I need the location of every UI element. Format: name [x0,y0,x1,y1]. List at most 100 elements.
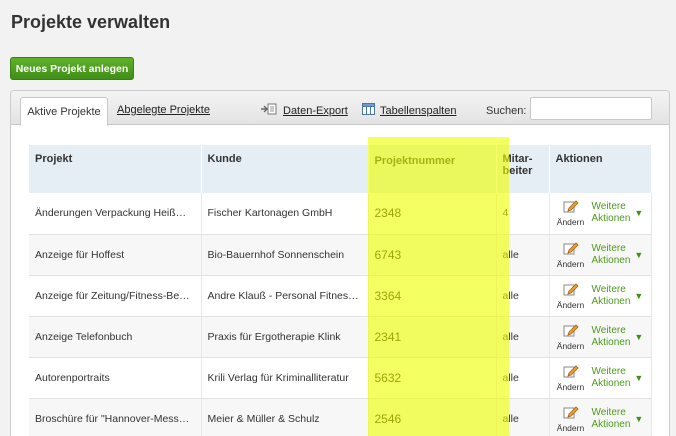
actions-cell: Ändern Weitere Aktionen ▼ [549,398,652,436]
employees-cell: alle [496,357,550,399]
customer-cell: Meier & Müller & Schulz [201,398,369,436]
edit-label: Ändern [556,381,585,392]
actions-cell: Ändern Weitere Aktionen ▼ [549,357,652,399]
more-actions-button[interactable]: Weitere Aktionen ▼ [592,366,644,390]
edit-pencil-icon [563,282,579,299]
employees-cell: alle [496,234,550,276]
edit-button[interactable]: Ändern [556,364,586,392]
caret-down-icon: ▼ [634,249,644,260]
table-row[interactable]: Anzeige Telefonbuch Praxis für Ergothera… [29,316,652,358]
edit-label: Ändern [556,258,585,269]
actions-cell: Ändern Weitere Aktionen ▼ [549,316,652,358]
more-actions-button[interactable]: Weitere Aktionen ▼ [592,243,644,267]
table-row[interactable]: Anzeige für Hoffest Bio-Bauernhof Sonnen… [29,234,652,276]
table-columns-label: Tabellenspalten [380,104,457,117]
table-row[interactable]: Broschüre für "Hannover-Mess… Meier & Mü… [29,398,652,436]
panel-header: Aktive Projekte Abgelegte Projekte Daten… [11,91,669,126]
project-number-cell: 6743 [368,234,497,276]
edit-button[interactable]: Ändern [556,199,586,227]
table-row[interactable]: Änderungen Verpackung Heiß… Fischer Kart… [29,193,652,235]
tab-archived-projects[interactable]: Abgelegte Projekte [117,104,210,116]
actions-cell: Ändern Weitere Aktionen ▼ [549,275,652,317]
projects-table: Projekt Kunde Projektnummer Mitar- beite… [29,145,652,436]
employees-cell: alle [496,398,550,436]
data-export-link[interactable]: Daten-Export [260,103,348,118]
more-actions-label: Weitere Aktionen [592,407,631,431]
project-name-cell[interactable]: Anzeige Telefonbuch [29,316,202,358]
edit-pencil-icon [563,199,579,216]
edit-pencil-icon [563,364,579,381]
customer-cell: Andre Klauß - Personal Fitnes… [201,275,369,317]
table-columns-link[interactable]: Tabellenspalten [362,103,456,118]
project-number-cell: 2546 [368,398,497,436]
project-number-cell: 2341 [368,316,497,358]
caret-down-icon: ▼ [634,208,644,219]
edit-pencil-icon [563,323,579,340]
caret-down-icon: ▼ [634,331,644,342]
edit-button[interactable]: Ändern [556,241,586,269]
more-actions-label: Weitere Aktionen [592,284,631,308]
edit-label: Ändern [556,217,585,228]
export-arrow-icon [260,103,277,118]
project-name-cell[interactable]: Anzeige für Hoffest [29,234,202,276]
project-name-cell[interactable]: Änderungen Verpackung Heiß… [29,193,202,235]
more-actions-label-line1: Weitere [591,242,626,254]
project-name-cell[interactable]: Autorenportraits [29,357,202,399]
project-number-cell: 3364 [368,275,497,317]
more-actions-label: Weitere Aktionen [592,201,631,225]
row-actions: Ändern Weitere Aktionen ▼ [556,405,645,433]
new-project-button[interactable]: Neues Projekt anlegen [10,57,134,80]
project-name-cell[interactable]: Anzeige für Zeitung/Fitness-Be… [29,275,202,317]
column-header-actions: Aktionen [549,145,652,193]
data-export-label: Daten-Export [283,104,348,117]
more-actions-label-line2: Aktionen [591,418,631,430]
caret-down-icon: ▼ [634,372,644,383]
employees-cell: alle [496,316,550,358]
column-header-employees-line1: Mitar- [502,153,533,165]
more-actions-button[interactable]: Weitere Aktionen ▼ [592,407,644,431]
customer-cell: Praxis für Ergotherapie Klink [201,316,369,358]
page-title: Projekte verwalten [11,12,171,32]
more-actions-label: Weitere Aktionen [592,366,631,390]
customer-cell: Fischer Kartonagen GmbH [201,193,369,235]
column-header-customer[interactable]: Kunde [201,145,369,193]
more-actions-label-line1: Weitere [591,201,626,213]
projects-panel: Aktive Projekte Abgelegte Projekte Daten… [10,90,670,436]
actions-cell: Ändern Weitere Aktionen ▼ [549,234,652,276]
edit-pencil-icon [563,405,579,422]
more-actions-label-line2: Aktionen [591,213,631,225]
edit-button[interactable]: Ändern [556,282,586,310]
tab-active-projects[interactable]: Aktive Projekte [20,97,108,126]
edit-button[interactable]: Ändern [556,323,586,351]
row-actions: Ändern Weitere Aktionen ▼ [556,199,645,227]
table-row[interactable]: Autorenportraits Krili Verlag für Krimin… [29,357,652,399]
actions-cell: Ändern Weitere Aktionen ▼ [549,193,652,235]
more-actions-button[interactable]: Weitere Aktionen ▼ [592,201,644,225]
more-actions-label-line2: Aktionen [591,377,631,389]
project-name-cell[interactable]: Broschüre für "Hannover-Mess… [29,398,202,436]
more-actions-label-line1: Weitere [591,283,626,295]
more-actions-button[interactable]: Weitere Aktionen ▼ [592,284,644,308]
more-actions-label-line2: Aktionen [591,295,631,307]
more-actions-label-line2: Aktionen [591,254,631,266]
customer-cell: Krili Verlag für Kriminalliteratur [201,357,369,399]
search-input[interactable] [530,97,652,120]
employees-cell: 4 [496,193,550,235]
edit-pencil-icon [563,241,579,258]
table-row[interactable]: Anzeige für Zeitung/Fitness-Be… Andre Kl… [29,275,652,317]
row-actions: Ändern Weitere Aktionen ▼ [556,282,645,310]
row-actions: Ändern Weitere Aktionen ▼ [556,364,645,392]
edit-label: Ändern [556,299,585,310]
edit-label: Ändern [556,340,585,351]
column-header-project-number[interactable]: Projektnummer [368,145,497,193]
table-header-row: Projekt Kunde Projektnummer Mitar- beite… [29,145,652,193]
more-actions-label-line1: Weitere [591,324,626,336]
caret-down-icon: ▼ [634,413,644,424]
more-actions-button[interactable]: Weitere Aktionen ▼ [592,325,644,349]
column-header-employees[interactable]: Mitar- beiter [496,145,550,193]
edit-button[interactable]: Ändern [556,405,586,433]
project-number-cell: 5632 [368,357,497,399]
row-actions: Ändern Weitere Aktionen ▼ [556,241,645,269]
table-columns-icon [362,103,375,118]
column-header-project[interactable]: Projekt [29,145,202,193]
